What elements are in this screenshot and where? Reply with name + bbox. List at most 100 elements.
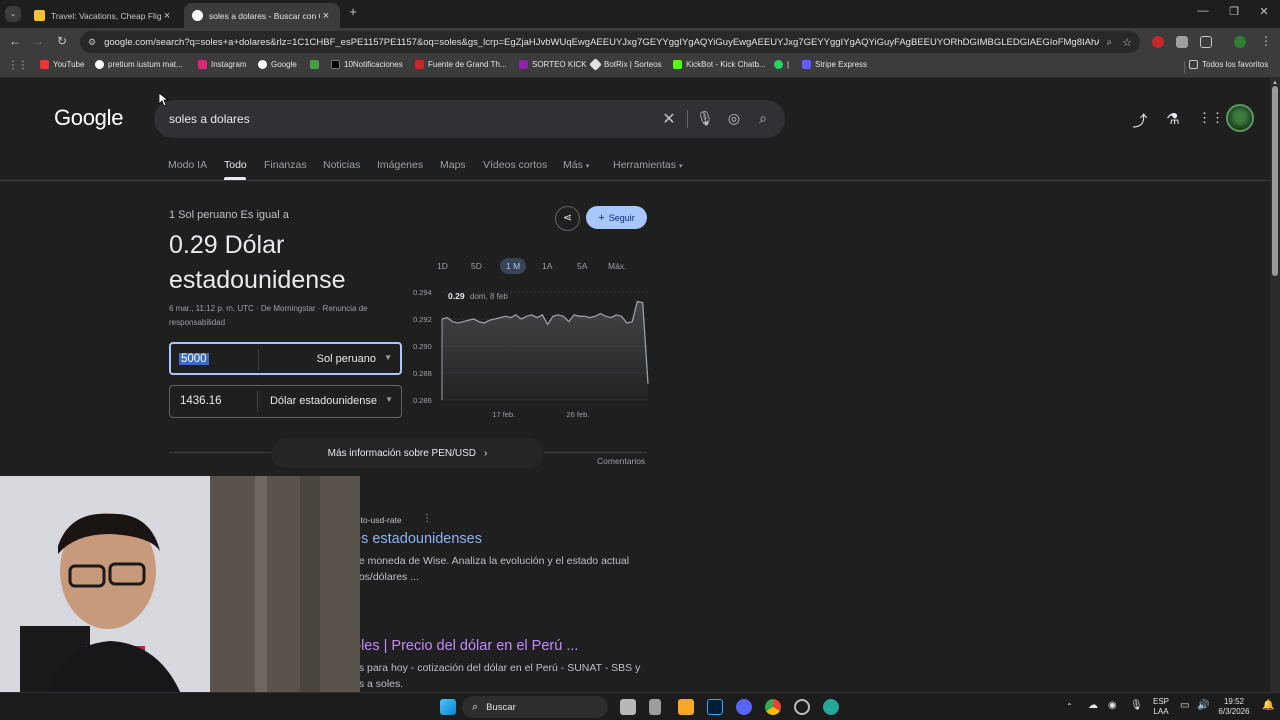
site-info-icon[interactable]: ⚙: [88, 37, 96, 48]
to-amount-field[interactable]: 1436.16 Dólar estadounidense ▼: [169, 385, 402, 418]
bookmark-google[interactable]: Google: [258, 60, 297, 69]
to-currency-select[interactable]: Dólar estadounidense: [270, 395, 377, 407]
restore-icon[interactable]: ❐: [1227, 5, 1241, 18]
range-max[interactable]: Máx.: [608, 258, 626, 274]
bookmark-star-icon[interactable]: ☆: [1122, 36, 1132, 49]
tab-herramientas[interactable]: Herramientas ▾: [613, 159, 682, 171]
tab-videos-cortos[interactable]: Vídeos cortos: [483, 159, 547, 171]
photoshop-icon[interactable]: [707, 699, 723, 715]
tab-mas[interactable]: Más ▾: [563, 159, 589, 171]
scrollbar-thumb[interactable]: [1272, 86, 1278, 276]
range-5d[interactable]: 5D: [471, 258, 482, 274]
tab-imagenes[interactable]: Imágenes: [377, 159, 423, 171]
lens-camera-icon[interactable]: ◎: [725, 110, 743, 127]
reload-icon[interactable]: ↻: [54, 34, 70, 48]
tray-cloud-icon[interactable]: ☁: [1088, 701, 1098, 711]
notifications-icon[interactable]: 🔔: [1262, 701, 1274, 711]
search-input[interactable]: soles a dolares: [169, 112, 250, 126]
tab-todo[interactable]: Todo: [224, 159, 247, 171]
share-icon[interactable]: ⤴: [1130, 110, 1150, 131]
range-5a[interactable]: 5A: [577, 258, 587, 274]
tab-modo-ia[interactable]: Modo IA: [168, 159, 207, 171]
tray-mic-icon[interactable]: 🎙: [1130, 701, 1143, 711]
search-icon[interactable]: ⌕: [754, 110, 772, 127]
url-text[interactable]: google.com/search?q=soles+a+dolares&rlz=…: [104, 37, 1098, 48]
feedback-link[interactable]: Comentarios: [597, 456, 645, 466]
tray-chevron-icon[interactable]: ⌃: [1066, 702, 1073, 712]
phone-link-icon[interactable]: [649, 699, 661, 715]
minimize-icon[interactable]: —: [1196, 5, 1210, 17]
page-scrollbar[interactable]: ▲: [1270, 78, 1280, 692]
close-tab-icon[interactable]: ×: [320, 10, 332, 22]
dropdown-arrow-icon[interactable]: ▼: [384, 353, 392, 362]
all-bookmarks[interactable]: Todos los favoritos: [1189, 60, 1268, 69]
clear-search-icon[interactable]: ✕: [660, 109, 678, 129]
close-window-icon[interactable]: ✕: [1257, 5, 1271, 18]
result-title[interactable]: es estadounidenses: [353, 531, 482, 547]
zoom-icon[interactable]: ⌕: [1107, 37, 1113, 48]
tab-google-search[interactable]: soles a dolares - Buscar con Google ×: [184, 3, 340, 28]
range-1d[interactable]: 1D: [437, 258, 448, 274]
close-tab-icon[interactable]: ×: [161, 10, 173, 22]
volume-icon[interactable]: 🔊: [1197, 701, 1209, 711]
tab-travel[interactable]: Travel: Vacations, Cheap Flights ×: [26, 3, 181, 28]
extension-red-icon[interactable]: [1152, 36, 1164, 48]
tab-finanzas[interactable]: Finanzas: [264, 159, 307, 171]
tab-search-chevron-icon[interactable]: ⌄: [5, 6, 21, 22]
extension-gray-icon[interactable]: [1176, 36, 1188, 48]
from-currency-select[interactable]: Sol peruano: [317, 353, 376, 365]
tab-noticias[interactable]: Noticias: [323, 159, 360, 171]
tab-maps[interactable]: Maps: [440, 159, 466, 171]
exchange-rate-chart[interactable]: 0.2940.2920.2900.2880.28617 feb. 26 feb. …: [410, 288, 650, 418]
discord-icon[interactable]: [736, 699, 752, 715]
bookmark-stripe[interactable]: Stripe Express: [802, 60, 867, 69]
app-icon[interactable]: [823, 699, 839, 715]
bookmark-sorteo-kick[interactable]: SORTEO KICK: [519, 60, 587, 69]
range-1m[interactable]: 1 M: [500, 258, 527, 274]
bookmark-kickbot[interactable]: KickBot - Kick Chatb...: [673, 60, 766, 69]
windows-start-icon[interactable]: [440, 699, 456, 715]
profile-icon[interactable]: [1234, 36, 1246, 48]
bookmark-instagram[interactable]: Instagram: [198, 60, 247, 69]
range-1a[interactable]: 1A: [542, 258, 552, 274]
result-more-icon[interactable]: ⋮: [422, 513, 432, 524]
from-amount-field[interactable]: 5000 Sol peruano ▼: [169, 342, 402, 375]
apps-grid-icon[interactable]: ⋮⋮⋮: [1198, 110, 1237, 126]
bookmark-gta[interactable]: Fuente de Grand Th...: [415, 60, 507, 69]
new-tab-button[interactable]: +: [346, 4, 360, 19]
bookmark-notificaciones[interactable]: 10Notificaciones: [331, 60, 403, 69]
language-indicator[interactable]: ESP LAA: [1150, 697, 1172, 717]
bookmark-botrix[interactable]: BotRix | Sorteos: [589, 58, 662, 71]
follow-button[interactable]: + Seguir: [586, 206, 647, 229]
clock[interactable]: 19:52 6/3/2026: [1212, 697, 1256, 717]
apps-grid-icon[interactable]: ⋮⋮: [8, 60, 28, 71]
dropdown-arrow-icon[interactable]: ▼: [385, 395, 393, 404]
bookmark-pinwheel[interactable]: [310, 60, 323, 69]
share-button[interactable]: ⋖: [555, 206, 580, 231]
conversion-meta[interactable]: 6 mar., 11:12 p. m. UTC · De Morningstar…: [169, 302, 399, 330]
extensions-puzzle-icon[interactable]: [1200, 36, 1212, 48]
google-logo[interactable]: Google: [54, 105, 123, 131]
bookmark-whatsapp[interactable]: |: [774, 60, 789, 69]
chrome-icon[interactable]: [765, 699, 781, 715]
taskbar-search[interactable]: ⌕ Buscar: [462, 696, 608, 718]
bookmark-youtube[interactable]: YouTube: [40, 60, 84, 69]
task-view-icon[interactable]: [620, 699, 636, 715]
back-icon[interactable]: ←: [7, 34, 23, 48]
from-amount-input[interactable]: 5000: [179, 353, 209, 365]
search-box[interactable]: soles a dolares ✕ 🎙 ◎ ⌕: [154, 100, 785, 138]
browser-menu-icon[interactable]: ⋮: [1258, 34, 1274, 48]
more-info-button[interactable]: Más información sobre PEN/USD ›: [271, 438, 544, 468]
to-amount-input[interactable]: 1436.16: [180, 395, 222, 407]
result-url[interactable]: n-to-usd-rate: [353, 515, 402, 525]
tray-app-icon[interactable]: ◉: [1108, 701, 1117, 711]
network-icon[interactable]: ▭: [1180, 701, 1189, 711]
bookmark-pretium[interactable]: pretium iustum mat...: [95, 60, 183, 69]
file-explorer-icon[interactable]: [678, 699, 694, 715]
address-bar[interactable]: ⚙ google.com/search?q=soles+a+dolares&rl…: [80, 31, 1140, 53]
result-title[interactable]: oles | Precio del dólar en el Perú ...: [353, 638, 578, 654]
avatar[interactable]: [1226, 104, 1254, 132]
microphone-icon[interactable]: 🎙: [696, 110, 714, 127]
forward-icon[interactable]: →: [30, 34, 46, 48]
labs-flask-icon[interactable]: ⚗: [1163, 110, 1183, 128]
